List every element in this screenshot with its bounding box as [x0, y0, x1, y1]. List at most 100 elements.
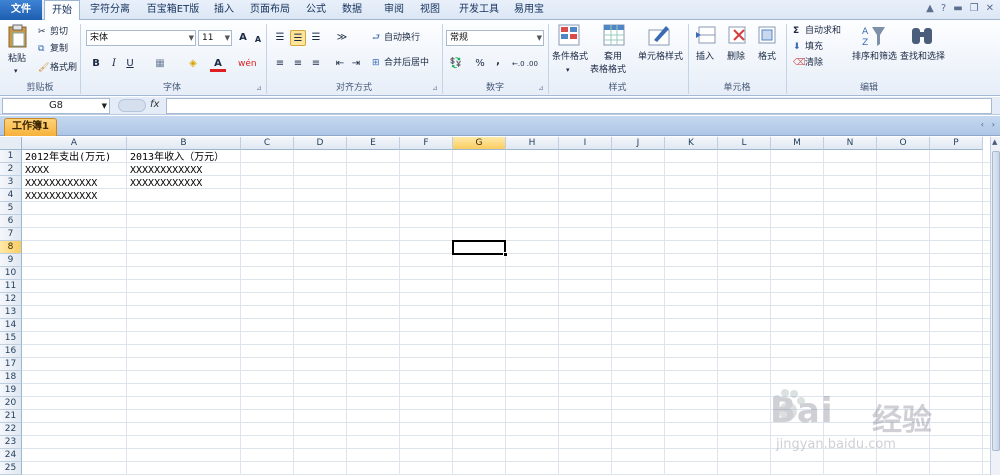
- tab-data[interactable]: 数据: [336, 0, 368, 20]
- window-minimize-icon[interactable]: ▬: [953, 3, 962, 14]
- italic-button[interactable]: I: [106, 56, 122, 72]
- row-header-14[interactable]: 14: [0, 319, 22, 332]
- cell-B3[interactable]: XXXXXXXXXXXX: [128, 177, 202, 190]
- tab-formulas[interactable]: 公式: [300, 0, 332, 20]
- row-header-8[interactable]: 8: [0, 241, 22, 254]
- row-header-19[interactable]: 19: [0, 384, 22, 397]
- row-header-16[interactable]: 16: [0, 345, 22, 358]
- row-header-9[interactable]: 9: [0, 254, 22, 267]
- column-header-J[interactable]: J: [612, 137, 665, 150]
- insert-cells-button[interactable]: 插入: [696, 52, 714, 63]
- delete-cells-button[interactable]: 删除: [727, 52, 745, 63]
- cell-A3[interactable]: XXXXXXXXXXXX: [23, 177, 97, 190]
- cell-A2[interactable]: XXXX: [23, 164, 49, 177]
- clear-button[interactable]: 清除: [805, 58, 823, 69]
- percent-button[interactable]: %: [472, 56, 488, 72]
- row-header-5[interactable]: 5: [0, 202, 22, 215]
- row-header-13[interactable]: 13: [0, 306, 22, 319]
- column-header-M[interactable]: M: [771, 137, 824, 150]
- align-top-icon[interactable]: ☰: [272, 30, 288, 46]
- row-header-24[interactable]: 24: [0, 449, 22, 462]
- cut-button[interactable]: 剪切: [50, 27, 68, 38]
- column-header-F[interactable]: F: [400, 137, 453, 150]
- name-box[interactable]: G8 ▼: [2, 98, 110, 114]
- format-painter-button[interactable]: 格式刷: [50, 63, 77, 74]
- column-header-K[interactable]: K: [665, 137, 718, 150]
- fx-icon[interactable]: fx: [150, 99, 159, 110]
- align-center-icon[interactable]: ≡: [290, 56, 306, 72]
- cell-A4[interactable]: XXXXXXXXXXXX: [23, 190, 97, 203]
- align-bottom-icon[interactable]: ☰: [308, 30, 324, 46]
- tab-file[interactable]: 文件: [0, 0, 42, 20]
- cell-B1[interactable]: 2013年收入（万元）: [128, 151, 224, 164]
- align-left-icon[interactable]: ≡: [272, 56, 288, 72]
- cell-styles-button[interactable]: 单元格样式: [638, 52, 683, 63]
- format-cells-button[interactable]: 格式: [758, 52, 776, 63]
- column-header-A[interactable]: A: [22, 137, 127, 150]
- row-header-12[interactable]: 12: [0, 293, 22, 306]
- tab-char-split[interactable]: 字符分离: [84, 0, 136, 20]
- paste-button[interactable]: 粘贴 ▾: [4, 24, 32, 78]
- column-header-N[interactable]: N: [824, 137, 877, 150]
- copy-button[interactable]: 复制: [50, 44, 68, 55]
- close-icon[interactable]: ✕: [986, 3, 994, 14]
- row-header-2[interactable]: 2: [0, 163, 22, 176]
- row-header-15[interactable]: 15: [0, 332, 22, 345]
- dialog-launcher-icon[interactable]: ⊿: [432, 83, 438, 94]
- column-header-C[interactable]: C: [241, 137, 294, 150]
- font-name-select[interactable]: 宋体 ▼: [86, 30, 196, 46]
- tab-easy-use[interactable]: 易用宝: [508, 0, 550, 20]
- table-format-button[interactable]: 套用: [604, 52, 622, 63]
- align-middle-icon[interactable]: ☰: [290, 30, 306, 46]
- dialog-launcher-icon[interactable]: ⊿: [538, 83, 544, 94]
- tab-insert[interactable]: 插入: [208, 0, 240, 20]
- row-header-3[interactable]: 3: [0, 176, 22, 189]
- border-icon[interactable]: ▦: [152, 56, 168, 72]
- row-header-11[interactable]: 11: [0, 280, 22, 293]
- column-header-G[interactable]: G: [453, 137, 506, 150]
- help-icon[interactable]: ?: [941, 3, 946, 14]
- tab-review[interactable]: 审阅: [378, 0, 410, 20]
- row-header-21[interactable]: 21: [0, 410, 22, 423]
- column-header-I[interactable]: I: [559, 137, 612, 150]
- workbook-tab[interactable]: 工作簿1: [4, 118, 57, 136]
- scroll-right-icon[interactable]: ›: [992, 120, 995, 129]
- column-header-B[interactable]: B: [127, 137, 241, 150]
- scroll-left-icon[interactable]: ‹: [981, 120, 984, 129]
- row-header-7[interactable]: 7: [0, 228, 22, 241]
- window-restore-icon[interactable]: ❐: [970, 3, 979, 14]
- number-format-select[interactable]: 常规 ▼: [446, 30, 544, 46]
- grow-font-button[interactable]: A: [235, 30, 251, 46]
- fill-handle[interactable]: [503, 252, 508, 257]
- font-color-button[interactable]: A: [210, 56, 226, 72]
- column-header-H[interactable]: H: [506, 137, 559, 150]
- fill-button[interactable]: 填充: [805, 42, 823, 53]
- shrink-font-button[interactable]: A: [250, 32, 266, 48]
- tab-page-layout[interactable]: 页面布局: [244, 0, 296, 20]
- row-header-22[interactable]: 22: [0, 423, 22, 436]
- row-header-10[interactable]: 10: [0, 267, 22, 280]
- underline-button[interactable]: U: [122, 56, 138, 72]
- currency-icon[interactable]: 💱: [448, 56, 464, 72]
- select-all-corner[interactable]: [0, 137, 22, 150]
- minimize-ribbon-icon[interactable]: ▲: [926, 3, 934, 14]
- row-header-25[interactable]: 25: [0, 462, 22, 475]
- column-header-L[interactable]: L: [718, 137, 771, 150]
- cell-A1[interactable]: 2012年支出(万元): [23, 151, 111, 164]
- orientation-icon[interactable]: ≫: [334, 30, 350, 46]
- find-select-button[interactable]: 查找和选择: [900, 52, 945, 63]
- column-header-D[interactable]: D: [294, 137, 347, 150]
- dialog-launcher-icon[interactable]: ⊿: [256, 83, 262, 94]
- tab-home[interactable]: 开始: [44, 0, 80, 21]
- row-header-18[interactable]: 18: [0, 371, 22, 384]
- row-header-20[interactable]: 20: [0, 397, 22, 410]
- row-header-4[interactable]: 4: [0, 189, 22, 202]
- bold-button[interactable]: B: [88, 56, 104, 72]
- row-header-6[interactable]: 6: [0, 215, 22, 228]
- tab-view[interactable]: 视图: [414, 0, 446, 20]
- phonetic-icon[interactable]: wén: [238, 56, 257, 72]
- increase-indent-icon[interactable]: ⇥: [348, 56, 364, 72]
- scroll-up-icon[interactable]: ▲: [992, 138, 997, 146]
- sort-filter-button[interactable]: 排序和筛选: [852, 52, 897, 63]
- decrease-indent-icon[interactable]: ⇤: [332, 56, 348, 72]
